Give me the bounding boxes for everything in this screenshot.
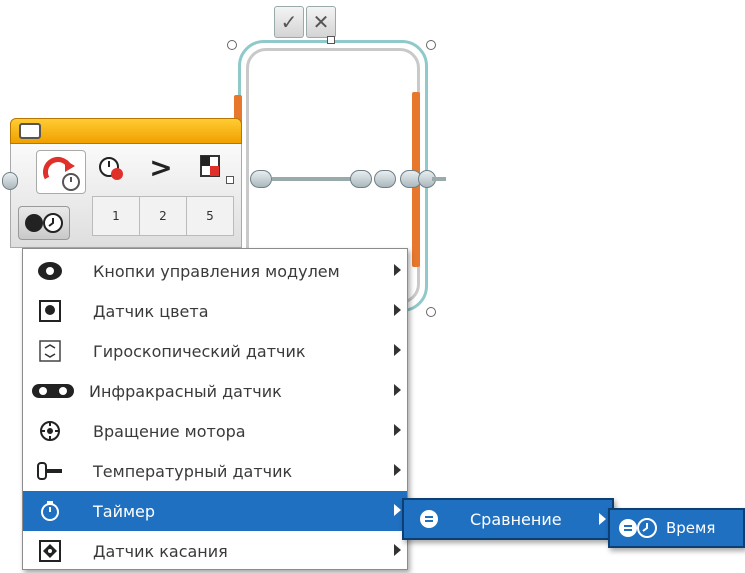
param-threshold[interactable]: 5 [187, 197, 233, 235]
compare-time-icon [25, 213, 63, 233]
block-resize-handle[interactable] [226, 176, 234, 184]
sensor-mode-selector[interactable] [18, 206, 70, 240]
submenu-arrow-icon [394, 344, 401, 356]
menu-item-temperature-sensor[interactable]: Температурный датчик [23, 451, 407, 491]
menu-item-label: Гироскопический датчик [93, 341, 306, 361]
color-sensor-icon [37, 298, 63, 324]
infrared-sensor-icon [31, 378, 75, 404]
selection-handle-top-right[interactable] [426, 40, 436, 50]
confirm-button[interactable]: ✓ [274, 6, 304, 38]
gyro-sensor-icon [37, 338, 63, 364]
loop-condition-plug-2[interactable] [374, 170, 396, 188]
brick-buttons-icon [37, 258, 63, 284]
submenu-arrow-icon [394, 424, 401, 436]
resize-handle-top[interactable] [327, 36, 335, 44]
menu-item-touch-sensor[interactable]: Датчик касания [23, 531, 407, 571]
close-icon: ✕ [312, 10, 330, 34]
time-icon [618, 517, 658, 539]
menu-item-infrared-sensor[interactable]: Инфракрасный датчик [23, 371, 407, 411]
temperature-sensor-icon [37, 458, 63, 484]
threshold-icon [196, 152, 226, 182]
selection-handle-top-left[interactable] [227, 40, 237, 50]
block-chip-icon [19, 123, 41, 139]
loop-condition-plug[interactable] [350, 170, 372, 188]
param-timer-id[interactable]: 1 [93, 197, 140, 235]
menu-item-motor-rotation[interactable]: Вращение мотора [23, 411, 407, 451]
compare-type-icon: > [149, 150, 173, 184]
exit-wire [432, 177, 446, 181]
timer-submenu-compare[interactable]: Сравнение [402, 498, 614, 540]
loop-input-plug[interactable] [250, 170, 272, 188]
menu-item-label: Температурный датчик [93, 461, 293, 481]
submenu-item-label: Сравнение [470, 509, 562, 529]
compare-submenu-time[interactable]: Время [608, 508, 745, 548]
submenu-arrow-icon [394, 264, 401, 276]
timer-icon [37, 498, 63, 524]
menu-item-label: Датчик касания [93, 541, 228, 561]
menu-item-gyro-sensor[interactable]: Гироскопический датчик [23, 331, 407, 371]
menu-item-color-sensor[interactable]: Датчик цвета [23, 291, 407, 331]
block-header[interactable] [10, 118, 242, 144]
block-sequence-plug[interactable] [2, 172, 18, 190]
param-compare-type[interactable]: 2 [140, 197, 187, 235]
touch-sensor-icon [37, 538, 63, 564]
motor-rotation-icon [37, 418, 63, 444]
compare-icon [418, 508, 440, 530]
submenu-arrow-icon [394, 384, 401, 396]
submenu-arrow-icon [394, 464, 401, 476]
timer-id-icon [96, 152, 126, 182]
parameter-row: 1 2 5 [92, 196, 234, 236]
menu-item-label: Таймер [93, 501, 156, 521]
submenu-arrow-icon [394, 504, 401, 516]
menu-item-label: Инфракрасный датчик [89, 381, 282, 401]
submenu-arrow-icon [394, 304, 401, 316]
menu-item-timer[interactable]: Таймер [23, 491, 407, 531]
loop-mode-icon[interactable] [36, 150, 86, 194]
submenu-arrow-icon [394, 544, 401, 556]
submenu-item-label: Время [666, 519, 716, 537]
sensor-menu: Кнопки управления модулем Датчик цвета Г… [22, 248, 408, 570]
menu-item-label: Датчик цвета [93, 301, 209, 321]
menu-item-label: Вращение мотора [93, 421, 246, 441]
loop-arrow-icon [42, 156, 80, 191]
cancel-button[interactable]: ✕ [306, 6, 336, 38]
menu-item-brick-buttons[interactable]: Кнопки управления модулем [23, 251, 407, 291]
selection-handle-bottom-right[interactable] [426, 307, 436, 317]
check-icon: ✓ [280, 10, 298, 34]
submenu-arrow-icon [599, 513, 606, 525]
data-wire [272, 177, 352, 181]
menu-item-label: Кнопки управления модулем [93, 261, 340, 281]
